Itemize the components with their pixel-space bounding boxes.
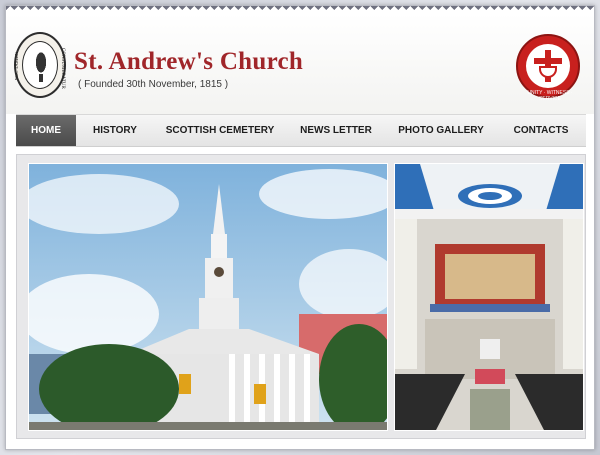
church-interior-photo[interactable] bbox=[394, 163, 584, 431]
church-seal-icon[interactable]: NEC TAMEN CONSUMEBATUR bbox=[14, 32, 66, 98]
nav-item-scottish-cemetery[interactable]: SCOTTISH CEMETERY bbox=[154, 115, 286, 146]
seal-text-right: CONSUMEBATUR bbox=[60, 48, 65, 89]
nav-item-photo-gallery[interactable]: PHOTO GALLERY bbox=[386, 115, 496, 146]
nav-item-news-letter[interactable]: NEWS LETTER bbox=[286, 115, 386, 146]
main-nav: HOME HISTORY SCOTTISH CEMETERY NEWS LETT… bbox=[16, 114, 586, 147]
seal-text-left: NEC TAMEN bbox=[15, 52, 20, 81]
zigzag-border bbox=[6, 6, 594, 14]
seal-inner bbox=[22, 41, 58, 89]
church-exterior-photo[interactable] bbox=[28, 163, 388, 431]
church-of-north-india-logo-icon[interactable]: UNITY · WITNESS · SERVICE bbox=[516, 34, 580, 102]
site-title[interactable]: St. Andrew's Church bbox=[74, 48, 303, 76]
church-exterior-graphic bbox=[29, 164, 387, 430]
bush-trunk bbox=[39, 74, 43, 82]
site-subtitle: ( Founded 30th November, 1815 ) bbox=[78, 79, 229, 90]
photo-panel bbox=[16, 154, 586, 439]
nav-item-home[interactable]: HOME bbox=[16, 115, 76, 146]
nav-item-contacts[interactable]: CONTACTS bbox=[496, 115, 586, 146]
nav-item-history[interactable]: HISTORY bbox=[76, 115, 154, 146]
logo-motto: UNITY · WITNESS · SERVICE bbox=[527, 90, 573, 102]
logo-cross-horizontal bbox=[534, 58, 562, 64]
church-interior-graphic bbox=[395, 164, 583, 430]
page-frame: NEC TAMEN CONSUMEBATUR St. Andrew's Chur… bbox=[5, 5, 595, 450]
